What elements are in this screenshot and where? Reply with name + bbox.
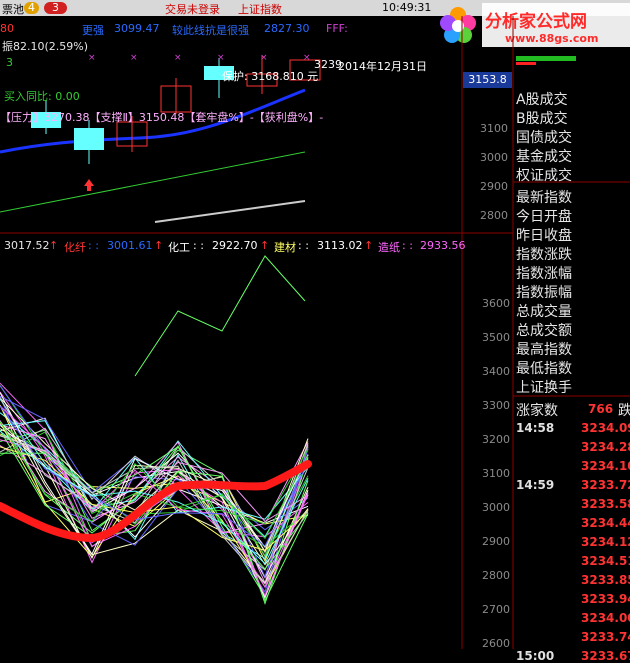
sector-value: 2933.56 [420, 239, 466, 252]
sector-value: 3113.02 [317, 239, 363, 252]
svg-text:×: × [260, 53, 268, 63]
side-panel-item[interactable]: 上证换手 [516, 377, 572, 397]
kline-row1-value-b: 2827.30 [264, 22, 310, 35]
tick-value: 3234.09 [581, 421, 630, 435]
index-name: 上证指数 [238, 3, 282, 16]
side-panel-item[interactable]: 今日开盘 [516, 206, 572, 226]
side-panel-item[interactable]: 总成交量 [516, 301, 572, 321]
indicator-line: 【压力】3270.38【支撑Ⅱ】3150.48【套牢盘%】-【获利盘%】- [0, 111, 324, 124]
sector-y-label: 3100 [482, 467, 510, 480]
sector-y-label: 2600 [482, 637, 510, 650]
side-panel-item[interactable]: 国债成交 [516, 127, 572, 147]
login-status[interactable]: 交易未登录 [165, 1, 220, 17]
tick-value: 3234.51 [581, 554, 630, 568]
amplitude-label: 振82.10(2.59%) [2, 40, 89, 53]
side-panel-item[interactable]: 最新指数 [516, 187, 572, 207]
side-panel-item[interactable]: 昨日收盘 [516, 225, 572, 245]
tick-value: 3234.10 [581, 459, 630, 473]
date-label: 2014年12月31日 [338, 60, 427, 73]
sector-y-label: 3000 [482, 501, 510, 514]
kline-row1-label-b: 较此线抗是很强 [172, 24, 249, 37]
sector-y-label: 2700 [482, 603, 510, 616]
tick-value: 3234.00 [581, 611, 630, 625]
sector-value: 3001.61 [107, 239, 153, 252]
kline-left-value: 80 [0, 22, 14, 35]
sector-value: 2922.70 [212, 239, 258, 252]
ma-green-line [0, 151, 306, 213]
sector-base-value: 3017.52 [4, 239, 50, 252]
sector-y-label: 3500 [482, 331, 510, 344]
rise-count: 766 [588, 402, 614, 416]
sector-name[interactable]: 建材 [274, 239, 296, 255]
up-arrow-icon: ↑ [154, 239, 164, 252]
side-panel-item[interactable]: 指数涨幅 [516, 263, 572, 283]
tick-value: 3233.74 [581, 630, 630, 644]
tick-value: 3233.67 [581, 649, 630, 663]
svg-text:×: × [303, 53, 311, 63]
side-panel-item[interactable]: 基金成交 [516, 146, 572, 166]
kline-y-label: 2900 [480, 180, 508, 193]
up-arrow-icon: ↑ [260, 239, 270, 252]
clock: 10:49:31 [382, 1, 432, 14]
side-panel-item[interactable]: 最低指数 [516, 358, 572, 378]
tick-value: 3233.72 [581, 478, 630, 492]
svg-text:×: × [217, 53, 225, 63]
tick-value: 3233.94 [581, 592, 630, 606]
svg-text:×: × [130, 53, 138, 63]
left-marker: 3 [6, 56, 13, 69]
tick-value: 3234.44 [581, 516, 630, 530]
side-panel-item[interactable]: B股成交 [516, 108, 568, 128]
sector-line [0, 385, 309, 579]
signal-markers: × × × × × × [88, 53, 311, 63]
up-arrow-icon: ↑ [364, 239, 374, 252]
svg-text:×: × [88, 53, 96, 63]
tick-time: 14:58 [516, 421, 555, 435]
kline-y-label: 2800 [480, 209, 508, 222]
buy-arrow-icon [84, 179, 94, 191]
sector-y-label: 2800 [482, 569, 510, 582]
badge-4[interactable]: 4 [24, 2, 39, 14]
side-red-bar [516, 62, 536, 65]
support-label: 保护: 3168.810 元 [222, 70, 319, 83]
tick-value: 3234.12 [581, 535, 630, 549]
tick-value: 3233.58 [581, 497, 630, 511]
kline-row1-value-a: 3099.47 [114, 22, 160, 35]
side-panel-item[interactable]: 指数振幅 [516, 282, 572, 302]
side-panel-item[interactable]: A股成交 [516, 89, 568, 109]
side-panel-item[interactable]: 最高指数 [516, 339, 572, 359]
sector-y-label: 3600 [482, 297, 510, 310]
kline-row1-label-a: 更强 [82, 24, 104, 37]
sector-y-label: 3200 [482, 433, 510, 446]
badge-3[interactable]: 3 [44, 2, 67, 14]
rise-count-label: 涨家数 [516, 403, 558, 419]
candle-down [74, 128, 104, 150]
side-green-bar [516, 56, 576, 61]
buy-inout-label: 买入同比: 0.00 [4, 90, 80, 103]
sector-name[interactable]: 造纸 [378, 239, 400, 255]
tick-time: 15:00 [516, 649, 555, 663]
sector-name[interactable]: 化纤 [64, 239, 86, 255]
fall-count-label: 跌 [618, 403, 630, 419]
side-panel-item[interactable]: 总成交额 [516, 320, 572, 340]
pool-label[interactable]: 票池 [2, 1, 24, 17]
sector-y-label: 2900 [482, 535, 510, 548]
side-panel-item[interactable]: 指数涨跌 [516, 244, 572, 264]
sector-lines [0, 255, 309, 606]
side-panel-item[interactable]: 权证成交 [516, 165, 572, 185]
sector-y-label: 3300 [482, 399, 510, 412]
last-price-tag: 3153.8 [463, 72, 512, 88]
sector-y-label: 3400 [482, 365, 510, 378]
kline-row1-label-c: FFF: [326, 22, 348, 35]
tick-time: 14:59 [516, 478, 555, 492]
svg-text:×: × [174, 53, 182, 63]
tick-value: 3234.28 [581, 440, 630, 454]
sector-name[interactable]: 化工 [168, 239, 190, 255]
up-arrow-icon: ↑ [49, 239, 59, 252]
ma-white-line [154, 200, 306, 223]
kline-y-label: 3100 [480, 122, 508, 135]
sector-line [134, 255, 306, 377]
tick-value: 3233.85 [581, 573, 630, 587]
kline-y-label: 3000 [480, 151, 508, 164]
